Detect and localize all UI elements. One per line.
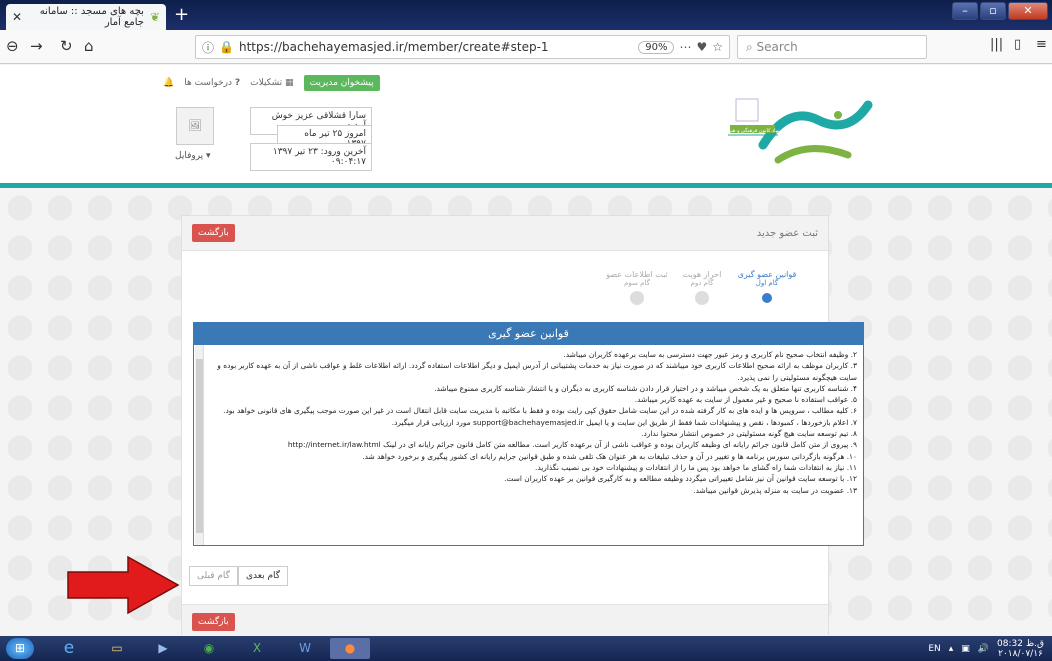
rule-item: ۱۲. با توسعه سایت قوانین آن نیز شامل تغی… [504, 474, 857, 484]
profile-dropdown[interactable]: پروفایل ▾ [175, 151, 211, 161]
org-link[interactable]: ▦ تشکیلات [250, 78, 293, 88]
tab-close-icon[interactable]: ✕ [12, 10, 22, 24]
avatar[interactable]: 🖼 [176, 107, 214, 145]
site-header: پیشخوان مدیریت ▦ تشکیلات ? درخواست ها 🔔 … [0, 65, 1052, 183]
new-tab-button[interactable]: + [174, 4, 189, 25]
previous-step-button[interactable]: گام قبلی [189, 566, 238, 586]
site-logo[interactable]: نهاد کانون فرهنگی و هنری [718, 85, 883, 175]
step-indicator [630, 291, 644, 305]
info-icon[interactable]: ⓘ [202, 39, 214, 56]
word-icon[interactable]: W [288, 638, 322, 659]
requests-link[interactable]: ? درخواست ها [184, 78, 240, 88]
windows-taskbar: ⊞ e ▭ ▶ ◉ X W ● EN ▴ ▣ 🔊 08:32 ق.ظ ۲۰۱۸/… [0, 636, 1052, 661]
step-2[interactable]: احراز هویت گام دوم [667, 270, 737, 305]
clock-time[interactable]: 08:32 ق.ظ [997, 639, 1044, 649]
panel-header: بازگشت ثبت عضو جدید [182, 216, 828, 251]
page-actions-icon[interactable]: ⋯ [679, 40, 691, 54]
reload-icon[interactable]: ↻ [60, 37, 73, 55]
logo-subtitle: نهاد کانون فرهنگی و هنری [725, 127, 780, 134]
last-login: آخرین ورود: ۲۳ تیر ۱۳۹۷ ۰۹:۰۴:۱۷ [250, 143, 372, 171]
browser-toolbar: ⊖ → ↻ ⌂ ⓘ 🔒 https://bachehayemasjed.ir/m… [0, 30, 1052, 64]
zoom-level[interactable]: 90% [638, 40, 675, 54]
rule-item: ۵. عواقب استفاده نا صحیح و غیر معمول از … [634, 395, 857, 405]
firefox-icon[interactable]: ● [330, 638, 370, 659]
rules-box: قوانین عضو گیری ۲. وظیفه انتخاب صحیح نام… [193, 322, 864, 546]
network-icon[interactable]: ▣ [961, 644, 970, 654]
rule-item: ۷. اعلام بازخوردها ، کمبودها ، نقص و پیش… [391, 417, 857, 427]
step-3[interactable]: ثبت اطلاعات عضو گام سوم [602, 270, 672, 305]
close-window-button[interactable]: ✕ [1008, 2, 1048, 20]
pocket-icon[interactable]: ♥ [696, 40, 707, 54]
panel-title: ثبت عضو جدید [756, 228, 818, 239]
address-bar[interactable]: ⓘ 🔒 https://bachehayemasjed.ir/member/cr… [195, 35, 730, 59]
rules-list: ۲. وظیفه انتخاب صحیح نام کاربری و رمز عب… [208, 349, 857, 496]
window-titlebar: ❦ بچه های مسجد :: سامانه جامع آمار ✕ + –… [0, 0, 1052, 30]
excel-icon[interactable]: X [240, 638, 274, 659]
library-icon[interactable]: ||| [990, 37, 1003, 52]
lock-icon: 🔒 [219, 40, 234, 54]
rules-body[interactable]: ۲. وظیفه انتخاب صحیح نام کاربری و رمز عب… [194, 345, 863, 545]
clock-date[interactable]: ۲۰۱۸/۰۷/۱۶ [997, 649, 1044, 659]
chrome-icon[interactable]: ◉ [192, 638, 226, 659]
start-button[interactable]: ⊞ [6, 638, 34, 659]
maximize-button[interactable]: ▫ [980, 2, 1006, 20]
rule-item: ۲. وظیفه انتخاب صحیح نام کاربری و رمز عب… [563, 350, 857, 359]
step-1[interactable]: قوانین عضو گیری گام اول [732, 270, 802, 303]
tab-title: بچه های مسجد :: سامانه جامع آمار [39, 6, 144, 28]
rule-item: ۶. کلیه مطالب ، سرویس ها و ایده های به ک… [223, 406, 857, 416]
step-indicator [762, 293, 772, 303]
step-indicator [695, 291, 709, 305]
new-member-panel: بازگشت ثبت عضو جدید قوانین عضو گیری گام … [181, 215, 864, 636]
next-step-button[interactable]: گام بعدی [237, 566, 289, 586]
notification-bell-icon[interactable]: 🔔 [163, 78, 174, 88]
rules-scrollbar[interactable] [195, 345, 204, 545]
bookmark-star-icon[interactable]: ☆ [712, 40, 723, 54]
red-arrow-icon [66, 555, 181, 618]
rule-item: ۱۱. نیاز به انتقادات شما راه گشای ما خوا… [535, 462, 857, 472]
search-input[interactable]: ⌕ Search [737, 35, 927, 59]
panel-footer: بازگشت [182, 604, 828, 636]
home-icon[interactable]: ⌂ [84, 37, 94, 55]
back-icon[interactable]: ⊖ [6, 37, 19, 55]
rule-item: ۳. کاربران موظف به ارائه صحیح اطلاعات کا… [217, 361, 857, 382]
rules-title: قوانین عضو گیری [194, 323, 863, 345]
minimize-button[interactable]: – [952, 2, 978, 20]
wizard-steps: قوانین عضو گیری گام اول احراز هویت گام د… [562, 270, 812, 310]
ie-icon[interactable]: e [52, 638, 86, 659]
back-button-top[interactable]: بازگشت [192, 224, 235, 242]
back-button-bottom[interactable]: بازگشت [192, 613, 235, 631]
explorer-icon[interactable]: ▭ [100, 638, 134, 659]
url-text: https://bachehayemasjed.ir/member/create… [238, 40, 549, 54]
page-content: پیشخوان مدیریت ▦ تشکیلات ? درخواست ها 🔔 … [0, 65, 1052, 636]
top-navigation: پیشخوان مدیریت ▦ تشکیلات ? درخواست ها 🔔 [163, 75, 380, 91]
language-indicator[interactable]: EN [928, 644, 940, 654]
sidebar-icon[interactable]: ▯ [1014, 37, 1021, 52]
tray-expand-icon[interactable]: ▴ [949, 644, 954, 654]
rule-item: ۹. پیروی از متن کامل قانون جرائم رایانه … [287, 440, 857, 450]
menu-icon[interactable]: ≡ [1036, 37, 1047, 52]
rule-item: ۱۰. هرگونه بازگردانی سورس برنامه ها و تغ… [362, 451, 857, 461]
site-favicon-icon: ❦ [149, 10, 160, 24]
media-player-icon[interactable]: ▶ [146, 638, 180, 659]
forward-icon[interactable]: → [30, 37, 43, 55]
rule-item: ۸. تیم توسعه سایت هیچ گونه مسئولیتی در خ… [641, 429, 857, 439]
wizard-nav: گام قبلی گام بعدی [189, 566, 289, 586]
volume-icon[interactable]: 🔊 [978, 644, 989, 654]
rule-item: ۴. شناسه کاربری تنها متعلق به یک شخص میب… [434, 383, 857, 393]
admin-dashboard-button[interactable]: پیشخوان مدیریت [303, 75, 380, 91]
system-tray: EN ▴ ▣ 🔊 08:32 ق.ظ ۲۰۱۸/۰۷/۱۶ [928, 639, 1044, 659]
browser-tab[interactable]: ❦ بچه های مسجد :: سامانه جامع آمار ✕ [6, 4, 166, 30]
rule-item: ۱۳. عضویت در سایت به منزله پذیرش قوانین … [693, 485, 857, 495]
